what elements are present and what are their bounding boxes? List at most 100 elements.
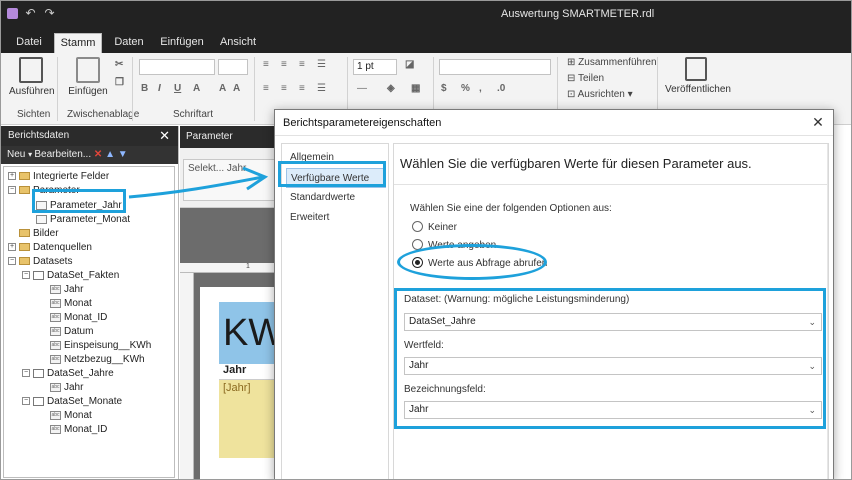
collapse-icon[interactable]: − xyxy=(22,369,30,378)
run-button[interactable]: Ausführen xyxy=(9,57,55,97)
align-button[interactable]: ⊡ Ausrichten ▾ xyxy=(567,89,633,100)
move-up-icon[interactable]: ▲ xyxy=(105,149,115,160)
fill-icon[interactable]: ◈ xyxy=(387,83,395,94)
close-icon[interactable]: ✕ xyxy=(811,115,825,129)
table-cell-jahr[interactable]: [Jahr] xyxy=(219,380,281,458)
report-data-title: Berichtsdaten xyxy=(8,130,70,141)
ribbon-separator xyxy=(57,57,58,121)
edit-button[interactable]: Bearbeiten... xyxy=(34,149,91,160)
dialog-heading: Wählen Sie die verfügbaren Werte für die… xyxy=(400,156,752,171)
tab-stamm[interactable]: Stamm xyxy=(54,33,102,53)
merge-button[interactable]: ⊞ Zusammenführen xyxy=(567,57,657,68)
border-color-icon[interactable]: ◪ xyxy=(405,59,414,70)
ribbon-tabs: Datei Stamm Daten Einfügen Ansicht xyxy=(1,29,851,53)
window-title: Auswertung SMARTMETER.rdl xyxy=(501,8,655,20)
copy-icon[interactable]: ❐ xyxy=(115,77,124,88)
collapse-icon[interactable]: − xyxy=(22,397,30,406)
paste-icon xyxy=(76,57,100,83)
tree-item-field[interactable]: abc Monat_ID xyxy=(50,423,107,437)
border-style-icon[interactable]: — xyxy=(357,83,367,94)
publish-button[interactable]: Veröffentlichen xyxy=(665,57,731,95)
tree-item-field[interactable]: abc Jahr xyxy=(50,381,83,395)
report-title-textbox[interactable]: KW xyxy=(219,302,281,364)
underline-icon[interactable]: U xyxy=(174,83,181,94)
tree-item-images[interactable]: Bilder xyxy=(8,227,59,241)
ribbon-separator xyxy=(132,57,133,121)
font-name-combo[interactable] xyxy=(139,59,215,75)
collapse-icon[interactable]: − xyxy=(22,271,30,280)
title-bar: ↶ ↷ Auswertung SMARTMETER.rdl xyxy=(1,1,851,29)
decimal-icon[interactable]: .0 xyxy=(497,83,505,94)
parameter-pane-header: Parameter xyxy=(180,126,280,148)
align-bottom-icon[interactable]: ≡ xyxy=(299,83,305,94)
tab-einfuegen[interactable]: Einfügen xyxy=(159,33,205,53)
field-icon: abc xyxy=(50,382,61,392)
tree-item-field[interactable]: abc Datum xyxy=(50,325,93,339)
close-icon[interactable]: ✕ xyxy=(159,126,170,146)
radio-none[interactable]: Keiner xyxy=(412,220,457,235)
italic-icon[interactable]: I xyxy=(158,83,161,94)
move-down-icon[interactable]: ▼ xyxy=(118,149,128,160)
scrollbar[interactable] xyxy=(827,144,828,479)
tree-item-field[interactable]: abc Jahr xyxy=(50,283,83,297)
list-icon[interactable]: ☰ xyxy=(317,59,326,70)
shrink-font-icon[interactable]: A xyxy=(233,83,240,94)
borders-icon[interactable]: ▦ xyxy=(411,83,420,94)
font-size-combo[interactable] xyxy=(218,59,248,75)
align-left-icon[interactable]: ≡ xyxy=(263,59,269,70)
nav-item-advanced[interactable]: Erweitert xyxy=(286,208,386,228)
nav-item-default-values[interactable]: Standardwerte xyxy=(286,188,386,208)
radio-icon[interactable] xyxy=(412,220,423,232)
expand-icon[interactable]: + xyxy=(8,243,16,252)
tree-item-field[interactable]: abc Monat xyxy=(50,297,92,311)
grow-font-icon[interactable]: A xyxy=(219,83,226,94)
tree-item-dataset-fakten[interactable]: − DataSet_Fakten xyxy=(22,269,119,283)
ruler-horizontal: 1 xyxy=(180,263,280,273)
align-top-icon[interactable]: ≡ xyxy=(263,83,269,94)
report-data-toolbar: Neu ▾ Bearbeiten... ✕ ▲ ▼ xyxy=(1,146,178,164)
paste-button[interactable]: Einfügen xyxy=(65,57,111,97)
tab-daten[interactable]: Daten xyxy=(111,33,147,53)
currency-icon[interactable]: $ xyxy=(441,83,447,94)
options-label: Wählen Sie eine der folgenden Optionen a… xyxy=(410,203,612,214)
indent-icon[interactable]: ☰ xyxy=(317,83,326,94)
tree-item-datasets[interactable]: − Datasets xyxy=(8,255,72,269)
collapse-icon[interactable]: − xyxy=(8,257,16,266)
group-label-font: Schriftart xyxy=(173,109,214,120)
save-icon[interactable] xyxy=(7,8,18,19)
undo-icon[interactable]: ↶ xyxy=(24,7,37,20)
border-width-combo[interactable]: 1 pt xyxy=(353,59,397,75)
redo-icon[interactable]: ↷ xyxy=(43,7,56,20)
tree-item-data-sources[interactable]: + Datenquellen xyxy=(8,241,92,255)
field-icon: abc xyxy=(50,312,61,322)
tree-item-field[interactable]: abc Monat xyxy=(50,409,92,423)
font-color-icon[interactable]: A xyxy=(193,83,200,94)
tree-item-dataset-monate[interactable]: − DataSet_Monate xyxy=(22,395,122,409)
collapse-icon[interactable]: − xyxy=(8,186,16,195)
tab-datei[interactable]: Datei xyxy=(11,33,47,53)
percent-icon[interactable]: % xyxy=(461,83,470,94)
parameter-selector[interactable]: Selekt... Jahr xyxy=(183,159,275,201)
expand-icon[interactable]: + xyxy=(8,172,16,181)
tab-ansicht[interactable]: Ansicht xyxy=(217,33,259,53)
tree-item-field[interactable]: abc Netzbezug__KWh xyxy=(50,353,145,367)
cut-icon[interactable]: ✂ xyxy=(115,59,123,70)
tree-item-field[interactable]: abc Einspeisung__KWh xyxy=(50,339,151,353)
thousands-icon[interactable]: , xyxy=(479,83,482,94)
divider xyxy=(394,184,828,185)
align-right-icon[interactable]: ≡ xyxy=(299,59,305,70)
table-header-jahr[interactable]: Jahr xyxy=(219,364,281,380)
tree-item-field[interactable]: abc Monat_ID xyxy=(50,311,107,325)
tree-item-builtin-fields[interactable]: + Integrierte Felder xyxy=(8,170,109,184)
tree-item-parameter-monat[interactable]: Parameter_Monat xyxy=(36,213,130,227)
delete-icon[interactable]: ✕ xyxy=(94,149,102,160)
number-format-combo[interactable] xyxy=(439,59,551,75)
tree-item-dataset-jahre[interactable]: − DataSet_Jahre xyxy=(22,367,114,381)
bold-icon[interactable]: B xyxy=(141,83,148,94)
dialog-title: Berichtsparametereigenschaften xyxy=(275,110,833,136)
report-data-header: Berichtsdaten ✕ xyxy=(1,126,178,146)
split-button[interactable]: ⊟ Teilen xyxy=(567,73,604,84)
align-center-icon[interactable]: ≡ xyxy=(281,59,287,70)
new-button[interactable]: Neu xyxy=(7,149,25,160)
align-middle-icon[interactable]: ≡ xyxy=(281,83,287,94)
